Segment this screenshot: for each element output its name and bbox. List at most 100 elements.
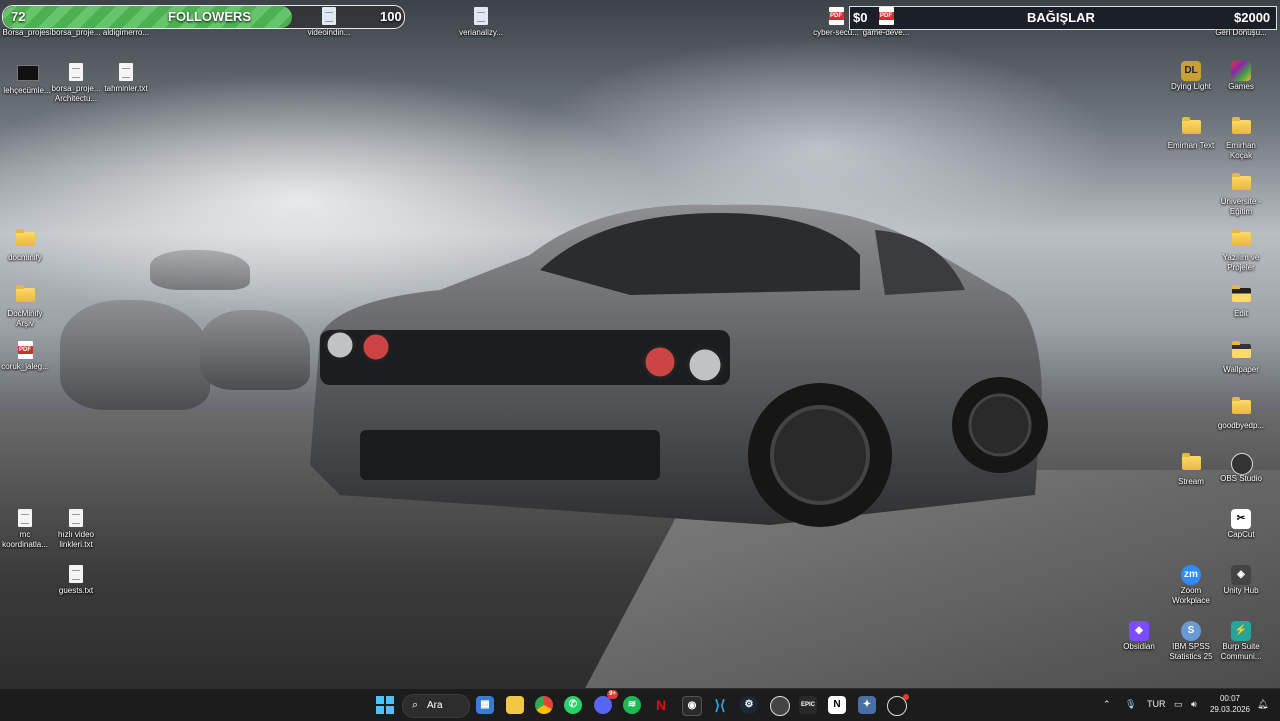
desktop-icon-cyber-secu[interactable]: PDF cyber-secu... [809, 7, 863, 38]
desktop-icon-emirhan-kocak[interactable]: Emirhan Koçak [1214, 117, 1268, 161]
desktop-icon-label: videoindin... [307, 28, 351, 37]
desktop-icon-wallpaper[interactable]: Wallpaper [1214, 341, 1268, 375]
language-indicator[interactable]: TUR [1147, 699, 1166, 709]
folder-icon [1231, 229, 1251, 250]
desktop-icon-mc[interactable]: mc koordinatla... [0, 509, 52, 550]
desktop-icon-label: Borsa_projesi [2, 28, 52, 37]
vscode-icon[interactable]: ⟩⟨ [711, 696, 729, 714]
folder-icon [1231, 285, 1251, 306]
donations-label: BAĞIŞLAR [1027, 10, 1095, 25]
discord-badge: 9+ [607, 690, 618, 699]
desktop-icon-game-deve[interactable]: PDF game-deve... [859, 7, 913, 38]
pdf-icon: PDF [876, 7, 896, 25]
desktop-icon-games[interactable]: Games [1214, 61, 1268, 92]
ibm-spss-icon: S [1181, 621, 1201, 641]
desktop-icon-hizli[interactable]: hızlı video linkleri.txt [49, 509, 103, 550]
obs-icon[interactable] [770, 696, 790, 716]
chrome-icon[interactable] [535, 696, 553, 714]
text-file-icon [66, 565, 86, 583]
desktop-icon-capcut[interactable]: ✂ CapCut [1214, 509, 1268, 540]
desktop-icon-label: docminify [8, 253, 42, 262]
desktop-icon-label: Zoom Workplace [1172, 586, 1210, 605]
followers-goal: 100 [380, 9, 402, 24]
desktop-icon-label: Burp Suite Communi... [1220, 642, 1262, 661]
desktop-icon-ibm-spss[interactable]: S IBM SPSS Statistics 25 [1164, 621, 1218, 662]
desktop-icon-dying-light[interactable]: DL Dying Light [1164, 61, 1218, 92]
app-icon[interactable]: ✦ [858, 696, 876, 714]
file-icon [116, 7, 136, 25]
desktop-icon-obs[interactable]: OBS Studio [1214, 453, 1268, 484]
python-file-icon [471, 7, 491, 25]
discord-icon[interactable]: 9+ [594, 690, 618, 714]
search-label: Ara [427, 700, 443, 711]
notification-icon[interactable]: 🔔︎ [1257, 699, 1268, 710]
spotify-icon[interactable]: ≋ [623, 696, 641, 714]
desktop-wallpaper [0, 0, 1280, 688]
obs-studio-icon[interactable] [887, 694, 909, 716]
text-file-icon [66, 509, 86, 527]
donations-goal-bar: $0 BAĞIŞLAR $2000 [849, 6, 1277, 30]
desktop-icon-label: Edit [1234, 309, 1248, 318]
volume-icon[interactable]: 🔊︎ [1191, 699, 1197, 710]
davinci-icon[interactable]: ◉ [682, 696, 702, 716]
followers-label: FOLLOWERS [168, 9, 252, 24]
desktop-icon-label: IBM SPSS Statistics 25 [1169, 642, 1213, 661]
recycle-bin-icon [1231, 7, 1251, 25]
desktop-icon-zoom[interactable]: zm Zoom Workplace [1164, 565, 1218, 606]
desktop-icon-borsa-projesi[interactable]: Borsa_projesi [0, 7, 54, 38]
steam-icon[interactable]: ⚙ [740, 696, 758, 714]
desktop-icon-guests[interactable]: guests.txt [49, 565, 103, 596]
desktop-icon-label: lehçecümle... [3, 86, 51, 95]
network-icon[interactable]: ▭ [1174, 699, 1183, 710]
desktop-icon-goodbyedp[interactable]: goodbyedp... [1214, 397, 1268, 431]
notion-icon[interactable]: N [828, 696, 846, 714]
desktop-icon-label: guests.txt [58, 586, 94, 595]
desktop-icon-burp[interactable]: ⚡ Burp Suite Communi... [1214, 621, 1268, 662]
start-icon[interactable] [376, 696, 394, 714]
desktop-icon-label: tahminler.txt [104, 84, 148, 93]
chevron-up-icon[interactable]: ⌃ [1103, 699, 1111, 710]
clock[interactable]: 00:07 29.03.2026 [1208, 693, 1252, 715]
desktop-icon-recycle-bin[interactable]: Geri Dönüşü... [1214, 7, 1268, 38]
unity-hub-icon: ◈ [1231, 565, 1251, 585]
taskbar-search[interactable]: ⌕ Ara [402, 694, 470, 718]
folder-icon [1181, 117, 1201, 138]
microphone-icon[interactable]: 🎙︎ [1125, 699, 1136, 710]
desktop-icon-borsa-proje[interactable]: borsa_proje... [49, 7, 103, 38]
desktop-icon-docminify-arsiv[interactable]: DocMinify Arşiv [0, 285, 52, 329]
desktop-icon-verianalizy[interactable]: verianalizy... [454, 7, 508, 38]
desktop-icon-label: hızlı video linkleri.txt [57, 530, 95, 549]
desktop-icon-borsa-architectu[interactable]: borsa_proje... Architectu... [49, 63, 103, 104]
terminal-file-icon [17, 65, 39, 83]
store-icon[interactable]: ▦ [476, 696, 494, 714]
file-explorer-icon[interactable] [506, 696, 524, 714]
desktop-icon-label: Üniversite - Eğitim [1220, 197, 1262, 216]
desktop-icon-edit[interactable]: Edit [1214, 285, 1268, 319]
pdf-icon: PDF [15, 341, 35, 359]
desktop-icon-label: Emirhan Text [1167, 141, 1215, 150]
desktop-icon-aldigimerro[interactable]: aldigimerro... [99, 7, 153, 38]
whatsapp-icon[interactable]: ✆ [564, 696, 582, 714]
desktop-icon-tahminler[interactable]: tahminler.txt [99, 63, 153, 94]
desktop-icon-label: CapCut [1227, 530, 1255, 539]
epic-games-icon[interactable]: EPIC [799, 696, 817, 714]
desktop-icon-label: DocMinify Arşiv [7, 309, 43, 328]
desktop-icon-universite[interactable]: Üniversite - Eğitim [1214, 173, 1268, 217]
desktop-icon-stream[interactable]: Stream [1164, 453, 1218, 487]
desktop-icon-unity[interactable]: ◈ Unity Hub [1214, 565, 1268, 596]
desktop-icon-obsidian[interactable]: ◆ Obsidian [1112, 621, 1166, 652]
desktop-icon-emirhan-text[interactable]: Emirhan Text [1164, 117, 1218, 151]
desktop-icon-yazilim[interactable]: Yazılım ve Projeler [1214, 229, 1268, 273]
text-file-icon [66, 63, 86, 81]
desktop-icon-label: Emirhan Koçak [1226, 141, 1256, 160]
netflix-icon[interactable]: N [652, 696, 670, 714]
desktop-icon-label: Stream [1178, 477, 1204, 486]
dying-light-icon: DL [1181, 61, 1201, 81]
burp-suite-icon: ⚡ [1231, 621, 1251, 641]
desktop-icon-coruk[interactable]: PDF coruk_jaleg... [0, 341, 52, 372]
wallpaper-car [310, 204, 1048, 527]
wallpaper-rock [150, 250, 250, 290]
desktop-icon-docminify[interactable]: docminify [0, 229, 52, 263]
desktop-icon-lehcecumle[interactable]: lehçecümle... [0, 63, 54, 96]
desktop-icon-videoindin[interactable]: videoindin... [302, 7, 356, 38]
